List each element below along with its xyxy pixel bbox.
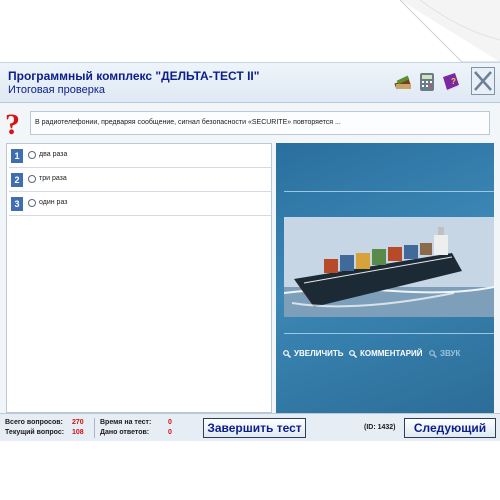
finish-test-button[interactable]: Завершить тест (203, 418, 306, 438)
answer-number: 1 (11, 149, 23, 163)
magnifier-icon (349, 350, 357, 358)
time-value: 0 (168, 419, 172, 426)
status-divider (94, 418, 95, 438)
zoom-label: УВЕЛИЧИТЬ (294, 349, 344, 358)
svg-text:?: ? (451, 77, 456, 86)
status-bar: Всего вопросов: 270 Текущий вопрос: 108 … (0, 413, 500, 441)
media-divider (284, 191, 494, 192)
media-panel: УВЕЛИЧИТЬ КОММЕНТАРИЙ ЗВУК (276, 143, 494, 413)
answer-option-1[interactable]: 1 два раза (9, 146, 271, 168)
answer-text: два раза (39, 151, 68, 158)
question-mark-icon: ? (5, 108, 20, 141)
books-icon[interactable] (392, 71, 414, 93)
close-icon (474, 71, 492, 91)
comment-button[interactable]: КОММЕНТАРИЙ (348, 347, 423, 361)
question-id: (ID: 1432) (364, 424, 396, 431)
answers-given-label: Дано ответов: (100, 429, 150, 436)
window-header: Программный комплекс "ДЕЛЬТА-ТЕСТ II" Ит… (0, 63, 500, 103)
app-subtitle: Итоговая проверка (8, 84, 105, 96)
total-questions-value: 270 (72, 419, 84, 426)
answer-radio[interactable] (28, 175, 36, 183)
answer-option-3[interactable]: 3 один раз (9, 194, 271, 216)
sound-label: ЗВУК (440, 349, 461, 358)
answer-number: 2 (11, 173, 23, 187)
current-question-value: 108 (72, 429, 84, 436)
book-icon[interactable]: ? (440, 71, 462, 93)
answers-given-value: 0 (168, 429, 172, 436)
answer-number: 3 (11, 197, 23, 211)
magnifier-icon (283, 350, 291, 358)
app-title: Программный комплекс "ДЕЛЬТА-ТЕСТ II" (8, 69, 260, 83)
time-label: Время на тест: (100, 419, 152, 426)
total-questions-label: Всего вопросов: (5, 419, 63, 426)
answer-text: три раза (39, 175, 67, 182)
sound-button[interactable]: ЗВУК (428, 347, 460, 361)
svg-text:?: ? (5, 108, 20, 141)
answer-text: один раз (39, 199, 68, 206)
answer-option-2[interactable]: 2 три раза (9, 170, 271, 192)
zoom-button[interactable]: УВЕЛИЧИТЬ (282, 347, 343, 361)
container-ship-image[interactable] (284, 217, 494, 317)
calculator-icon[interactable] (416, 71, 438, 93)
close-button[interactable] (471, 67, 495, 95)
current-question-label: Текущий вопрос: (5, 429, 65, 436)
answer-radio[interactable] (28, 151, 36, 159)
question-text: В радиотелефонии, предваряя сообщение, с… (30, 111, 490, 135)
answer-radio[interactable] (28, 199, 36, 207)
page-curl-decoration (400, 0, 500, 62)
next-button[interactable]: Следующий (404, 418, 496, 438)
magnifier-icon (429, 350, 437, 358)
test-window: Программный комплекс "ДЕЛЬТА-ТЕСТ II" Ит… (0, 62, 500, 441)
media-divider (284, 333, 494, 334)
comment-label: КОММЕНТАРИЙ (360, 349, 423, 358)
answers-panel: 1 два раза 2 три раза 3 один раз (6, 143, 272, 413)
